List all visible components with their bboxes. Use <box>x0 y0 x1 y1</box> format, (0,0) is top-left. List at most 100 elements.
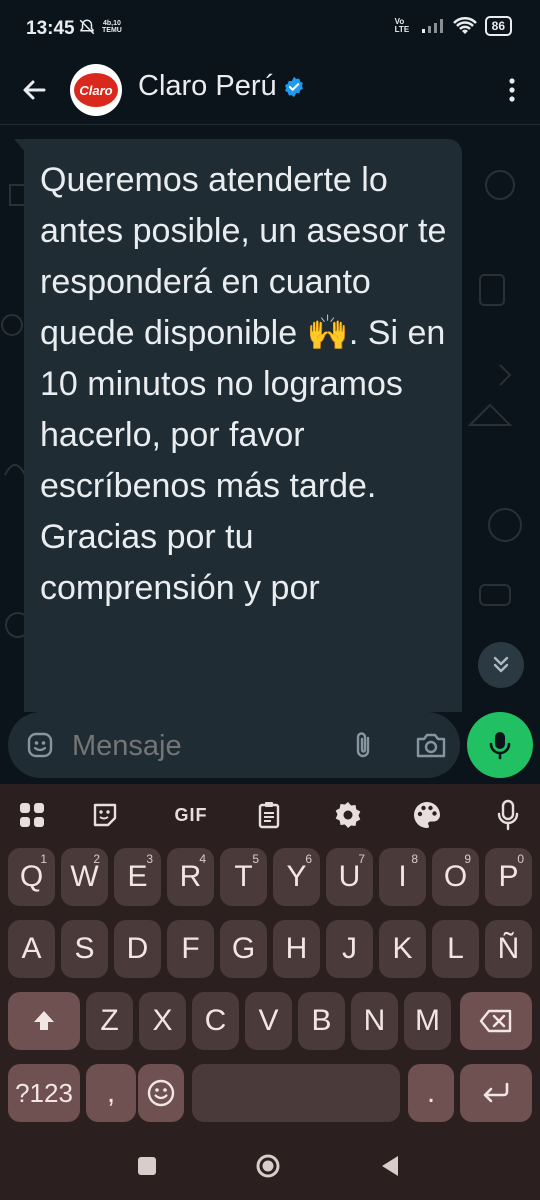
key-label: X <box>152 1004 173 1037</box>
key-label: Z <box>100 1004 119 1037</box>
shift-arrow-icon <box>34 1011 54 1030</box>
key-hint: 1 <box>40 852 47 866</box>
message-input-container[interactable] <box>8 712 460 778</box>
key-q[interactable]: Q1 <box>8 848 55 906</box>
keyboard-toolbar: GIF <box>0 784 540 846</box>
key-l[interactable]: L <box>432 920 479 978</box>
scroll-to-bottom-button[interactable] <box>478 642 524 688</box>
message-input[interactable] <box>72 730 322 763</box>
key-hint: 0 <box>517 852 524 866</box>
microphone-icon <box>489 732 511 760</box>
avatar[interactable]: Claro <box>70 64 122 116</box>
key-p[interactable]: P0 <box>485 848 532 906</box>
key-label: Ñ <box>497 932 520 965</box>
key-r[interactable]: R4 <box>167 848 214 906</box>
key-label: A <box>21 932 42 965</box>
camera-icon[interactable] <box>414 729 448 761</box>
battery-indicator: 86 <box>484 16 512 36</box>
key-label: H <box>285 932 308 965</box>
backspace-key[interactable] <box>460 992 532 1050</box>
volte-indicator: Vo LTE <box>394 17 410 34</box>
symbols-key[interactable]: ?123 <box>8 1064 80 1122</box>
key-t[interactable]: T5 <box>220 848 267 906</box>
attach-paperclip-icon[interactable] <box>348 729 380 761</box>
clipboard-icon[interactable] <box>252 798 286 832</box>
key-ñ[interactable]: Ñ <box>485 920 532 978</box>
key-y[interactable]: Y6 <box>273 848 320 906</box>
key-label: F <box>181 932 200 965</box>
enter-key[interactable] <box>460 1064 532 1122</box>
key-label: R <box>179 860 202 893</box>
key-label: Y <box>286 860 307 893</box>
key-label: L <box>447 932 464 965</box>
recents-square-icon[interactable] <box>133 1152 161 1180</box>
key-o[interactable]: O9 <box>432 848 479 906</box>
temu-notification-badge: 4b,10 TEMU <box>102 20 122 34</box>
key-label: P <box>498 860 519 893</box>
key-c[interactable]: C <box>192 992 239 1050</box>
key-label: E <box>127 860 148 893</box>
contact-name: Claro Perú <box>138 70 277 102</box>
key-hint: 5 <box>252 852 259 866</box>
keyboard-mic-icon[interactable] <box>491 798 525 832</box>
status-bar: 13:45 4b,10 TEMU Vo LTE 86 <box>0 0 540 58</box>
incoming-message-bubble[interactable]: Queremos atenderte lo antes posible, un … <box>24 139 462 715</box>
key-e[interactable]: E3 <box>114 848 161 906</box>
key-label: K <box>392 932 413 965</box>
apps-grid-icon[interactable] <box>15 798 49 832</box>
key-h[interactable]: H <box>273 920 320 978</box>
key-label: C <box>204 1004 227 1037</box>
key-g[interactable]: G <box>220 920 267 978</box>
signal-icon <box>421 19 443 33</box>
message-composer <box>0 712 540 784</box>
gif-button[interactable]: GIF <box>163 798 219 832</box>
key-n[interactable]: N <box>351 992 398 1050</box>
settings-gear-icon[interactable] <box>331 798 365 832</box>
home-circle-icon[interactable] <box>254 1152 282 1180</box>
key-hint: 3 <box>146 852 153 866</box>
double-chevron-down-icon <box>493 656 509 673</box>
emoji-key[interactable] <box>138 1064 184 1122</box>
sticker-emoji-icon[interactable] <box>26 731 54 759</box>
key-v[interactable]: V <box>245 992 292 1050</box>
key-label: D <box>126 932 149 965</box>
key-i[interactable]: I8 <box>379 848 426 906</box>
on-screen-keyboard: GIF ?123 , . Q1W2E3R4T5Y6U7I8O9P0ASDFGHJ… <box>0 784 540 1132</box>
theme-palette-icon[interactable] <box>410 798 444 832</box>
key-label: V <box>258 1004 279 1037</box>
voice-message-button[interactable] <box>467 712 533 778</box>
key-f[interactable]: F <box>167 920 214 978</box>
wifi-icon <box>452 17 477 34</box>
key-u[interactable]: U7 <box>326 848 373 906</box>
key-z[interactable]: Z <box>86 992 133 1050</box>
key-hint: 7 <box>358 852 365 866</box>
back-arrow-icon[interactable] <box>18 74 50 106</box>
key-s[interactable]: S <box>61 920 108 978</box>
key-hint: 9 <box>464 852 471 866</box>
chat-area[interactable]: Queremos atenderte lo antes posible, un … <box>0 125 540 715</box>
overflow-menu-icon[interactable] <box>502 72 522 108</box>
sticker-icon[interactable] <box>88 798 122 832</box>
message-text: Queremos atenderte lo antes posible, un … <box>40 161 447 607</box>
chat-title[interactable]: Claro Perú <box>138 70 305 103</box>
key-k[interactable]: K <box>379 920 426 978</box>
enter-arrow-icon <box>483 1082 509 1103</box>
key-b[interactable]: B <box>298 992 345 1050</box>
key-d[interactable]: D <box>114 920 161 978</box>
space-key[interactable] <box>192 1064 400 1122</box>
emoji-smiley-icon <box>147 1079 175 1107</box>
backspace-icon <box>479 1009 512 1033</box>
key-label: S <box>74 932 95 965</box>
chat-header: Claro Claro Perú <box>0 58 540 125</box>
key-hint: 6 <box>305 852 312 866</box>
comma-key[interactable]: , <box>86 1064 136 1122</box>
key-a[interactable]: A <box>8 920 55 978</box>
back-triangle-icon[interactable] <box>376 1152 404 1180</box>
key-j[interactable]: J <box>326 920 373 978</box>
key-label: M <box>415 1004 440 1037</box>
period-key[interactable]: . <box>408 1064 454 1122</box>
key-x[interactable]: X <box>139 992 186 1050</box>
shift-key[interactable] <box>8 992 80 1050</box>
key-w[interactable]: W2 <box>61 848 108 906</box>
key-m[interactable]: M <box>404 992 451 1050</box>
